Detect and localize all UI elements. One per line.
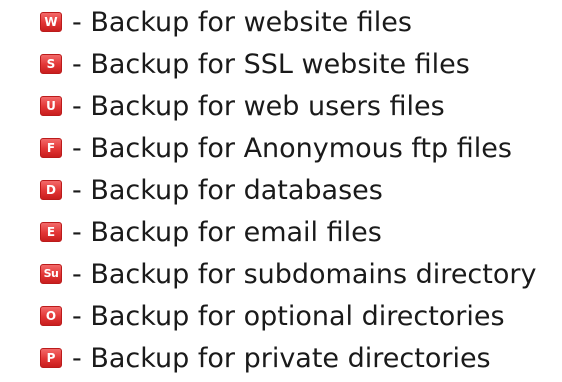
email-files-icon: E (40, 222, 62, 242)
legend-item-label: - Backup for website files (72, 6, 412, 38)
legend-item-optional-directories: O - Backup for optional directories (0, 295, 505, 337)
legend-item-label: - Backup for SSL website files (72, 48, 470, 80)
legend-item-anonymous-ftp-files: F - Backup for Anonymous ftp files (0, 127, 512, 169)
legend-item-label: - Backup for Anonymous ftp files (72, 132, 512, 164)
legend-item-label: - Backup for databases (72, 174, 383, 206)
ssl-website-files-icon: S (40, 54, 62, 74)
legend-item-private-directories: P - Backup for private directories (0, 337, 491, 379)
legend-item-label: - Backup for email files (72, 216, 382, 248)
optional-directories-icon: O (40, 306, 62, 326)
legend-item-label: - Backup for optional directories (72, 300, 505, 332)
website-files-icon: W (40, 12, 62, 32)
web-users-files-icon: U (40, 96, 62, 116)
legend-item-website-files: W - Backup for website files (0, 1, 412, 43)
legend-item-label: - Backup for web users files (72, 90, 445, 122)
legend-item-databases: D - Backup for databases (0, 169, 383, 211)
legend-item-subdomains-directory: Su - Backup for subdomains directory (0, 253, 536, 295)
legend-item-label: - Backup for private directories (72, 342, 491, 374)
legend-item-web-users-files: U - Backup for web users files (0, 85, 445, 127)
legend-item-email-files: E - Backup for email files (0, 211, 382, 253)
legend-item-label: - Backup for subdomains directory (72, 258, 537, 290)
anonymous-ftp-files-icon: F (40, 138, 62, 158)
legend-item-ssl-website-files: S - Backup for SSL website files (0, 43, 470, 85)
databases-icon: D (40, 180, 62, 200)
subdomains-directory-icon: Su (40, 264, 62, 284)
private-directories-icon: P (40, 348, 62, 368)
